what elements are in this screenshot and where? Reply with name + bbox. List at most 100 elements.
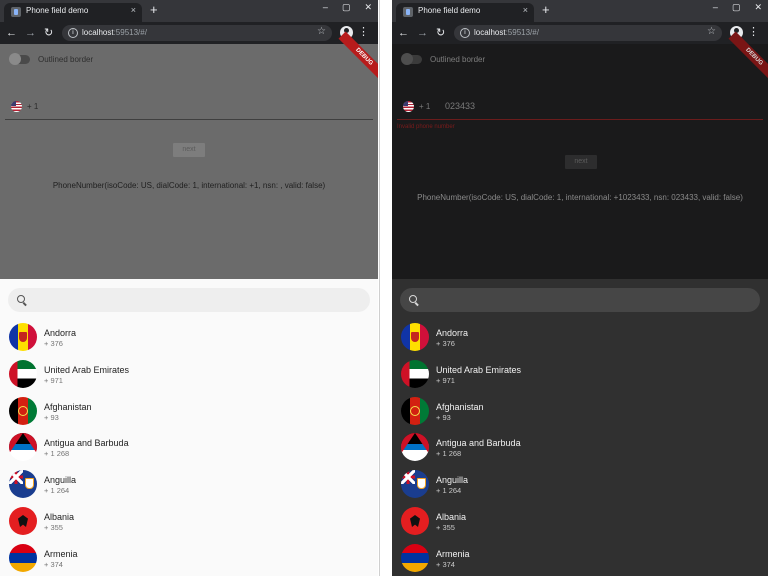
country-dial-code: + 93: [436, 412, 451, 422]
country-dial-code: + 93: [44, 412, 59, 422]
reload-icon[interactable]: ↻: [436, 26, 445, 40]
list-item[interactable]: Anguilla + 1 264: [392, 466, 768, 503]
url-host: localhost: [474, 28, 506, 37]
country-name: Andorra: [436, 328, 469, 338]
list-item[interactable]: Armenia + 374: [0, 540, 378, 576]
country-dial-code: + 376: [436, 339, 455, 348]
list-item[interactable]: Albania + 355: [0, 503, 378, 540]
list-item[interactable]: United Arab Emirates + 971: [0, 356, 378, 393]
url-port-path: :59513/#/: [113, 28, 147, 37]
address-bar[interactable]: i localhost:59513/#/ ☆: [454, 25, 722, 41]
country-name: Antigua and Barbuda: [436, 438, 521, 449]
flutter-favicon-icon: [11, 7, 21, 17]
site-info-icon[interactable]: i: [460, 28, 470, 38]
list-item[interactable]: United Arab Emirates + 971: [392, 356, 768, 393]
browser-menu-icon[interactable]: ⋮: [358, 25, 369, 39]
switch-knob: [401, 53, 413, 65]
forward-arrow-icon[interactable]: →: [417, 26, 428, 40]
new-tab-button[interactable]: +: [542, 3, 550, 17]
outlined-border-switch[interactable]: [9, 53, 30, 65]
country-search-input[interactable]: [8, 288, 370, 312]
maximize-icon[interactable]: ▢: [732, 2, 741, 13]
list-item[interactable]: Afghanistan + 93: [392, 393, 768, 430]
bookmark-star-icon[interactable]: ☆: [707, 26, 716, 37]
back-arrow-icon[interactable]: ←: [398, 26, 409, 40]
phone-input-underline: [397, 119, 763, 120]
address-bar[interactable]: i localhost:59513/#/ ☆: [62, 25, 332, 41]
list-item[interactable]: Armenia + 374: [392, 540, 768, 576]
browser-tab[interactable]: Phone field demo ×: [4, 3, 142, 22]
andorra-flag-icon: [9, 323, 37, 351]
forward-arrow-icon[interactable]: →: [25, 26, 36, 40]
country-name: Afghanistan: [44, 401, 92, 412]
site-info-icon[interactable]: i: [68, 28, 78, 38]
list-item[interactable]: Antigua and Barbuda + 1 268: [392, 429, 768, 466]
search-icon: [409, 295, 417, 303]
phone-input[interactable]: 023433: [445, 101, 475, 111]
switch-label: Outlined border: [430, 55, 486, 64]
country-name: Antigua and Barbuda: [44, 438, 129, 449]
country-dial-code: + 1 264: [436, 486, 462, 496]
minimize-icon[interactable]: –: [323, 2, 328, 13]
url-port-path: :59513/#/: [505, 28, 539, 37]
url-host: localhost: [82, 28, 114, 37]
outlined-border-switch[interactable]: [401, 53, 422, 65]
minimize-icon[interactable]: –: [713, 2, 718, 13]
browser-toolbar: ← → ↻ i localhost:59513/#/ ☆ ⋮: [0, 22, 378, 44]
country-name: Afghanistan: [436, 401, 484, 412]
country-dial-code: + 376: [44, 339, 63, 348]
country-list: Andorra + 376 United Arab Emirates + 971 A…: [0, 319, 378, 576]
browser-tab[interactable]: Phone field demo ×: [396, 3, 534, 22]
dial-code[interactable]: + 1: [27, 102, 38, 111]
window-controls: – ▢ ✕: [323, 2, 372, 13]
list-item[interactable]: Andorra + 376: [392, 319, 768, 356]
list-item[interactable]: Albania + 355: [392, 503, 768, 540]
uae-flag-icon: [9, 359, 37, 388]
us-flag-icon[interactable]: [11, 101, 22, 112]
reload-icon[interactable]: ↻: [44, 26, 53, 40]
us-flag-icon[interactable]: [403, 101, 414, 112]
anguilla-flag-icon: [401, 470, 429, 499]
country-dial-code: + 1 268: [436, 449, 462, 459]
close-window-icon[interactable]: ✕: [754, 2, 762, 13]
country-search-input[interactable]: [400, 288, 760, 312]
list-item[interactable]: Anguilla + 1 264: [0, 466, 378, 503]
albania-flag-icon: [401, 506, 429, 535]
new-tab-button[interactable]: +: [150, 3, 158, 17]
maximize-icon[interactable]: ▢: [342, 2, 351, 13]
albania-flag-icon: [9, 506, 37, 535]
bookmark-star-icon[interactable]: ☆: [317, 26, 326, 37]
country-name: United Arab Emirates: [436, 364, 522, 375]
list-item[interactable]: Andorra + 376: [0, 319, 378, 356]
phone-number-output: PhoneNumber(isoCode: US, dialCode: 1, in…: [52, 181, 326, 190]
next-button[interactable]: next: [565, 155, 597, 169]
country-selector-sheet: Andorra + 376 United Arab Emirates + 971 A…: [392, 279, 768, 576]
country-dial-code: + 374: [44, 559, 63, 569]
close-tab-icon[interactable]: ×: [523, 5, 528, 15]
url-text: localhost:59513/#/: [82, 28, 147, 37]
list-item[interactable]: Afghanistan + 93: [0, 393, 378, 430]
country-dial-code: + 355: [44, 522, 63, 532]
list-item[interactable]: Antigua and Barbuda + 1 268: [0, 429, 378, 466]
next-button[interactable]: next: [173, 143, 205, 157]
browser-window-dark: Phone field demo × + – ▢ ✕ ← → ↻ i local…: [392, 0, 768, 576]
phone-number-output: PhoneNumber(isoCode: US, dialCode: 1, in…: [417, 193, 743, 202]
tab-title: Phone field demo: [418, 6, 481, 15]
country-name: Armenia: [436, 548, 470, 559]
window-divider: [378, 0, 392, 576]
flutter-favicon-icon: [403, 7, 413, 17]
country-dial-code: + 355: [436, 522, 455, 532]
tab-strip: Phone field demo × + – ▢ ✕: [0, 0, 378, 22]
close-window-icon[interactable]: ✕: [364, 2, 372, 13]
country-selector-sheet: Andorra + 376 United Arab Emirates + 971 A…: [0, 279, 378, 576]
close-tab-icon[interactable]: ×: [131, 5, 136, 15]
tab-title: Phone field demo: [26, 6, 89, 15]
browser-menu-icon[interactable]: ⋮: [748, 25, 759, 39]
country-name: Albania: [44, 511, 75, 522]
back-arrow-icon[interactable]: ←: [6, 26, 17, 40]
country-name: Anguilla: [436, 475, 469, 486]
country-list: Andorra + 376 United Arab Emirates + 971 A…: [392, 319, 768, 576]
switch-knob: [9, 53, 21, 65]
dial-code[interactable]: + 1: [419, 102, 430, 111]
country-dial-code: + 374: [436, 559, 455, 569]
